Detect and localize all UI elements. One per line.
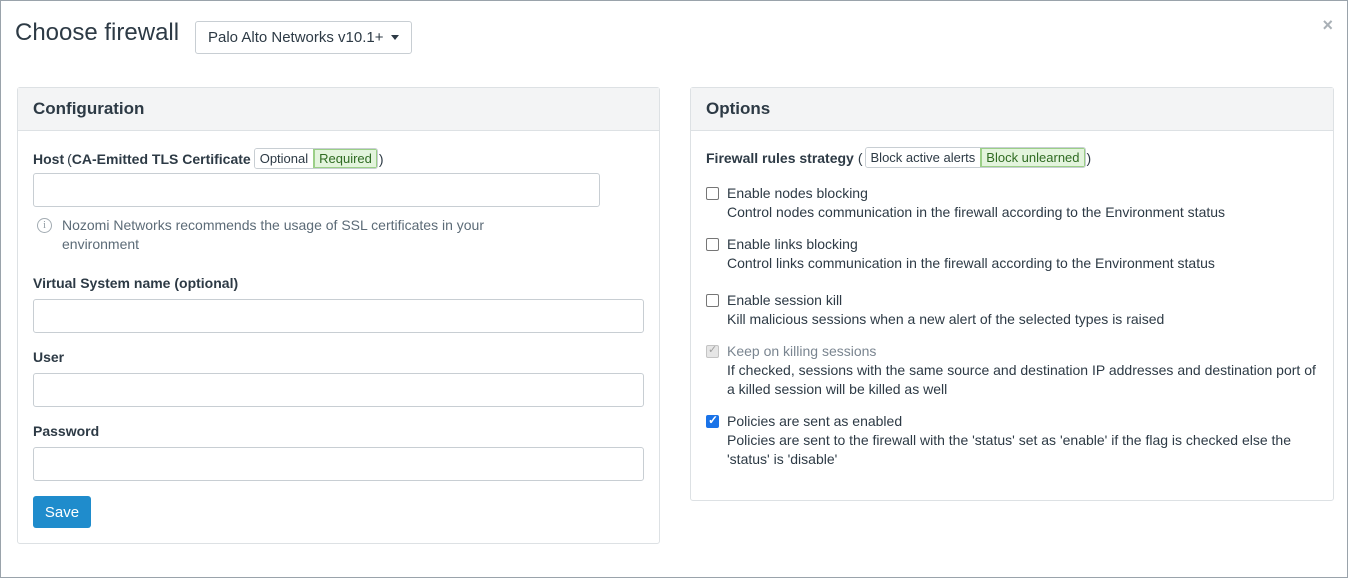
- info-icon: i: [37, 218, 52, 233]
- option-policies-enabled: Policies are sent as enabled Policies ar…: [706, 412, 1317, 469]
- host-label: Host: [33, 150, 65, 167]
- strategy-paren-open: (: [857, 149, 863, 166]
- configuration-panel: Configuration Host ( CA-Emitted TLS Cert…: [17, 87, 660, 544]
- host-cert-label: CA-Emitted TLS Certificate: [71, 150, 251, 167]
- caret-down-icon: [390, 35, 399, 40]
- policies-enabled-checkbox[interactable]: [706, 413, 719, 428]
- firewall-vendor-dropdown[interactable]: Palo Alto Networks v10.1+: [195, 21, 412, 54]
- strategy-option-block-active-alerts[interactable]: Block active alerts: [865, 148, 981, 167]
- strategy-paren-close: ): [1086, 149, 1092, 166]
- password-input[interactable]: [33, 447, 644, 481]
- user-input[interactable]: [33, 373, 644, 407]
- option-description: Kill malicious sessions when a new alert…: [727, 311, 1165, 327]
- options-panel: Options Firewall rules strategy ( Block …: [690, 87, 1334, 501]
- session-kill-checkbox[interactable]: [706, 294, 719, 307]
- option-description: Control links communication in the firew…: [727, 255, 1215, 271]
- cert-option-required[interactable]: Required: [313, 149, 377, 168]
- host-label-row: Host ( CA-Emitted TLS Certificate Option…: [33, 148, 384, 169]
- option-links-blocking: Enable links blocking Control links comm…: [706, 235, 1317, 273]
- ssl-info-text: Nozomi Networks recommends the usage of …: [62, 217, 484, 252]
- strategy-toggle: Block active alerts Block unlearned: [864, 147, 1086, 168]
- option-keep-killing-sessions: Keep on killing sessions If checked, ses…: [706, 342, 1317, 399]
- configuration-heading: Configuration: [18, 88, 659, 131]
- modal-title: Choose firewall: [15, 19, 180, 46]
- host-paren-close: ): [378, 150, 384, 167]
- firewall-vendor-selected: Palo Alto Networks v10.1+: [208, 29, 384, 46]
- vsys-input[interactable]: [33, 299, 644, 333]
- close-icon[interactable]: ×: [1322, 15, 1333, 36]
- option-title: Enable links blocking: [727, 236, 858, 252]
- option-nodes-blocking: Enable nodes blocking Control nodes comm…: [706, 184, 1317, 222]
- strategy-label-row: Firewall rules strategy ( Block active a…: [706, 147, 1091, 168]
- option-description: If checked, sessions with the same sourc…: [727, 362, 1316, 397]
- option-title: Enable nodes blocking: [727, 185, 868, 201]
- option-session-kill: Enable session kill Kill malicious sessi…: [706, 291, 1317, 329]
- option-description: Policies are sent to the firewall with t…: [727, 432, 1291, 467]
- option-title: Policies are sent as enabled: [727, 413, 903, 429]
- password-label: Password: [33, 423, 100, 439]
- option-title: Enable session kill: [727, 292, 843, 308]
- keep-killing-checkbox: [706, 343, 719, 358]
- vsys-label: Virtual System name (optional): [33, 275, 239, 291]
- choose-firewall-modal: Choose firewall Palo Alto Networks v10.1…: [0, 0, 1348, 578]
- cert-toggle: Optional Required: [253, 148, 378, 169]
- save-button[interactable]: Save: [33, 496, 91, 528]
- cert-option-optional[interactable]: Optional: [254, 149, 314, 168]
- option-title: Keep on killing sessions: [727, 343, 877, 359]
- host-input[interactable]: [33, 173, 600, 207]
- strategy-label: Firewall rules strategy: [706, 149, 854, 166]
- strategy-option-block-unlearned[interactable]: Block unlearned: [980, 148, 1085, 167]
- options-heading: Options: [691, 88, 1333, 131]
- option-description: Control nodes communication in the firew…: [727, 204, 1226, 220]
- links-blocking-checkbox[interactable]: [706, 238, 719, 251]
- ssl-info: i Nozomi Networks recommends the usage o…: [37, 216, 557, 254]
- user-label: User: [33, 349, 65, 365]
- nodes-blocking-checkbox[interactable]: [706, 187, 719, 200]
